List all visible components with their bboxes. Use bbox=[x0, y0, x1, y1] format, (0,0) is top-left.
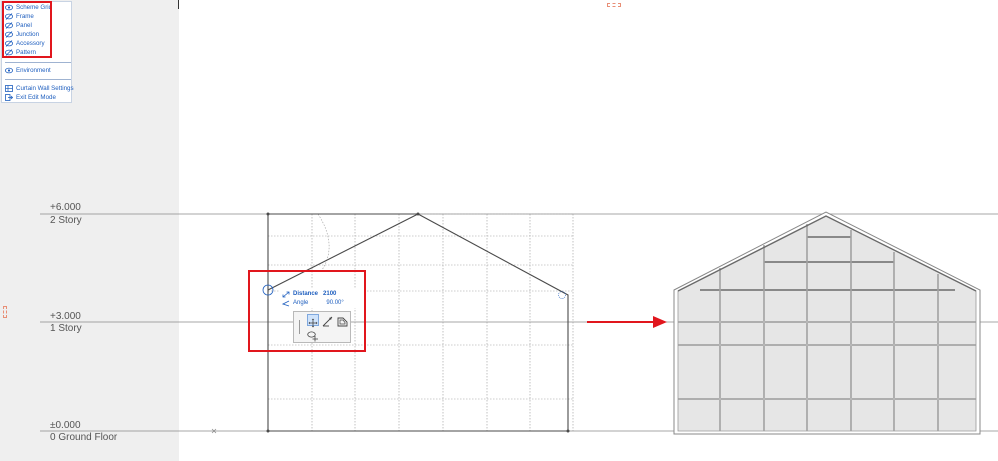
story-name-1: 1 Story bbox=[50, 323, 82, 334]
highlight-box-tracker bbox=[248, 270, 366, 352]
result-arrow bbox=[587, 316, 667, 328]
story-elevation-1: +3.000 bbox=[50, 311, 81, 322]
snap-point-marker[interactable] bbox=[558, 291, 566, 299]
story-name-2: 2 Story bbox=[50, 215, 82, 226]
story-elevation-0: ±0.000 bbox=[50, 420, 81, 431]
story-name-0: 0 Ground Floor bbox=[50, 432, 118, 443]
story-elevation-2: +6.000 bbox=[50, 202, 81, 213]
section-view-canvas[interactable] bbox=[0, 0, 998, 461]
curtain-wall-result bbox=[673, 211, 981, 435]
